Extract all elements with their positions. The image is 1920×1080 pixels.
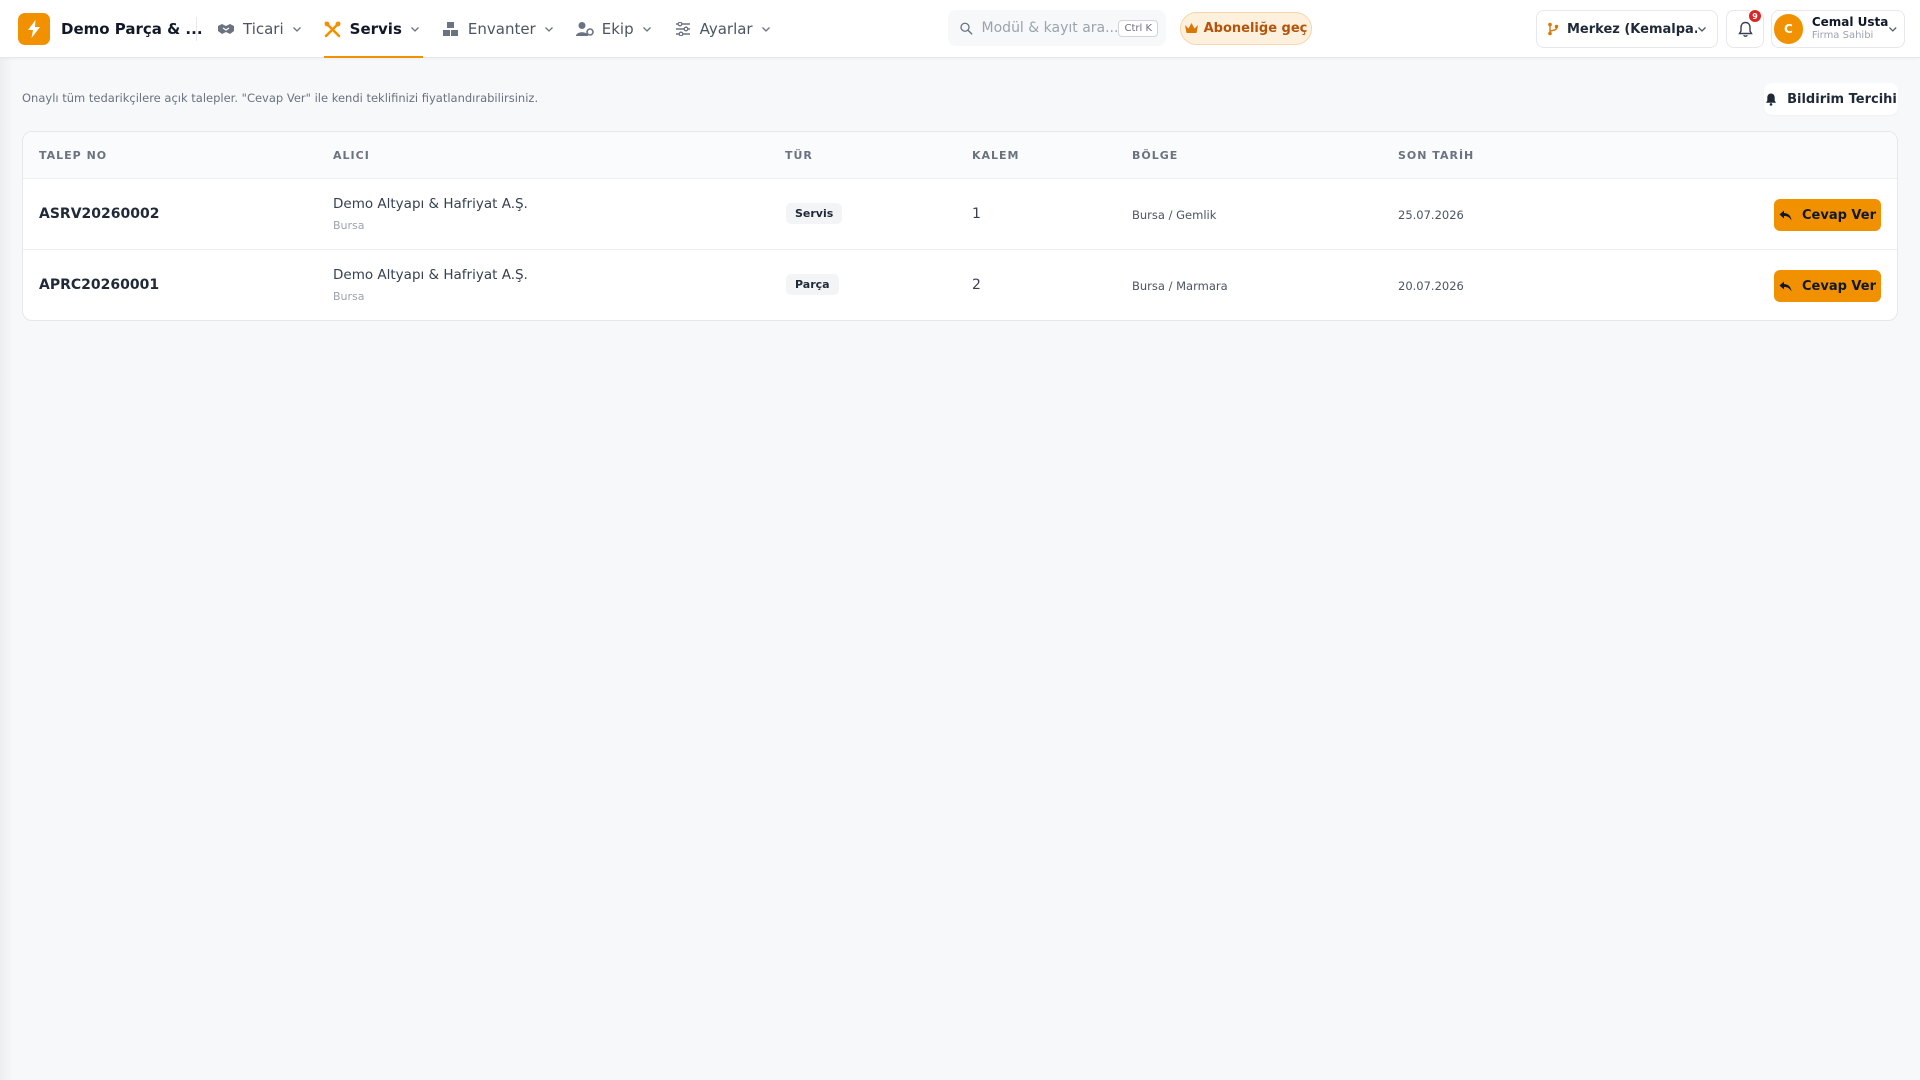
notification-count-badge: 9	[1748, 9, 1762, 23]
buyer-name: Demo Altyapı & Hafriyat A.Ş.	[333, 196, 528, 212]
buyer-city: Bursa	[333, 219, 365, 232]
top-navbar: Demo Parça & ... Ticari Servis Envanter	[0, 0, 1920, 58]
brand[interactable]: Demo Parça & ...	[18, 13, 203, 45]
item-count: 1	[972, 206, 981, 222]
reply-icon	[1779, 281, 1792, 291]
bolt-logo-icon	[18, 13, 50, 45]
handshake-icon	[217, 20, 235, 38]
branch-label: Merkez (Kemalpa...	[1567, 21, 1697, 37]
tools-icon	[324, 20, 342, 38]
bell-icon	[1737, 21, 1753, 37]
user-role: Firma Sahibi	[1811, 30, 1874, 42]
nav-label: Ticari	[243, 20, 284, 38]
notifications-button[interactable]: 9	[1726, 9, 1764, 48]
chevron-down-icon	[761, 27, 770, 32]
upgrade-label: Aboneliğe geç	[1203, 21, 1308, 36]
notification-preference-label: Bildirim Tercihi	[1787, 91, 1897, 107]
request-number: ASRV20260002	[39, 206, 160, 222]
left-edge-shadow	[0, 58, 14, 1080]
search-icon	[960, 22, 973, 35]
nav-label: Ekip	[601, 20, 634, 38]
bell-icon	[1766, 93, 1777, 106]
reply-label: Cevap Ver	[1801, 207, 1876, 223]
buyer-name: Demo Altyapı & Hafriyat A.Ş.	[333, 267, 528, 283]
deadline: 20.07.2026	[1398, 279, 1464, 293]
chevron-down-icon	[544, 27, 553, 32]
nav-item-ekip[interactable]: Ekip	[573, 0, 655, 58]
column-header-buyer[interactable]: ALICI	[333, 149, 370, 162]
nav-item-ticari[interactable]: Ticari	[214, 0, 305, 58]
chevron-down-icon	[410, 27, 419, 32]
avatar: C	[1774, 14, 1803, 44]
nav-item-envanter[interactable]: Envanter	[439, 0, 557, 58]
main-nav: Ticari Servis Envanter Ekip Ayarlar	[214, 0, 790, 58]
nav-label: Envanter	[467, 20, 536, 38]
chevron-down-icon	[1889, 27, 1898, 32]
chevron-down-icon	[642, 27, 651, 32]
upgrade-button[interactable]: Aboneliğe geç	[1180, 12, 1312, 45]
requests-table: TALEP NO ALICI TÜR KALEM BÖLGE SON TARİH…	[22, 131, 1898, 321]
user-menu[interactable]: C Cemal Usta Firma Sahibi	[1771, 10, 1905, 48]
search-placeholder: Modül & kayıt ara...	[981, 20, 1119, 36]
nav-item-servis[interactable]: Servis	[321, 0, 424, 58]
request-number: APRC20260001	[39, 277, 160, 293]
column-header-items[interactable]: KALEM	[972, 149, 1020, 162]
reply-button[interactable]: Cevap Ver	[1774, 199, 1881, 231]
nav-item-ayarlar[interactable]: Ayarlar	[671, 0, 774, 58]
chevron-down-icon	[292, 27, 301, 32]
boxes-icon	[442, 20, 460, 38]
table-row[interactable]: APRC20260001 Demo Altyapı & Hafriyat A.Ş…	[23, 250, 1897, 320]
nav-label: Servis	[349, 20, 402, 38]
brand-name: Demo Parça & ...	[61, 20, 203, 38]
nav-label: Ayarlar	[699, 20, 753, 38]
search-shortcut: Ctrl K	[1118, 19, 1158, 37]
table-row[interactable]: ASRV20260002 Demo Altyapı & Hafriyat A.Ş…	[23, 179, 1897, 250]
column-header-type[interactable]: TÜR	[785, 149, 813, 162]
user-name: Cemal Usta	[1811, 15, 1889, 30]
reply-label: Cevap Ver	[1801, 278, 1876, 294]
table-header: TALEP NO ALICI TÜR KALEM BÖLGE SON TARİH	[23, 132, 1897, 179]
region: Bursa / Gemlik	[1132, 208, 1217, 222]
column-header-deadline[interactable]: SON TARİH	[1398, 149, 1474, 162]
divider	[196, 17, 197, 41]
user-gear-icon	[575, 20, 594, 38]
column-header-region[interactable]: BÖLGE	[1132, 149, 1178, 162]
chevron-down-icon	[1698, 27, 1706, 32]
branch-icon	[1548, 22, 1559, 36]
deadline: 25.07.2026	[1398, 208, 1464, 222]
reply-icon	[1779, 210, 1792, 220]
notification-preference-button[interactable]: Bildirim Tercihi	[1764, 83, 1898, 115]
type-badge: Servis	[786, 203, 843, 224]
branch-selector[interactable]: Merkez (Kemalpa...	[1536, 10, 1718, 48]
sliders-icon	[674, 20, 692, 38]
type-badge: Parça	[786, 274, 839, 295]
crown-icon	[1184, 23, 1198, 33]
reply-button[interactable]: Cevap Ver	[1774, 270, 1881, 302]
item-count: 2	[972, 277, 981, 293]
search-input[interactable]: Modül & kayıt ara... Ctrl K	[948, 10, 1166, 46]
buyer-city: Bursa	[333, 290, 365, 303]
page-description: Onaylı tüm tedarikçilere açık talepler. …	[22, 91, 539, 105]
region: Bursa / Marmara	[1132, 279, 1228, 293]
column-header-request-no[interactable]: TALEP NO	[39, 149, 107, 162]
